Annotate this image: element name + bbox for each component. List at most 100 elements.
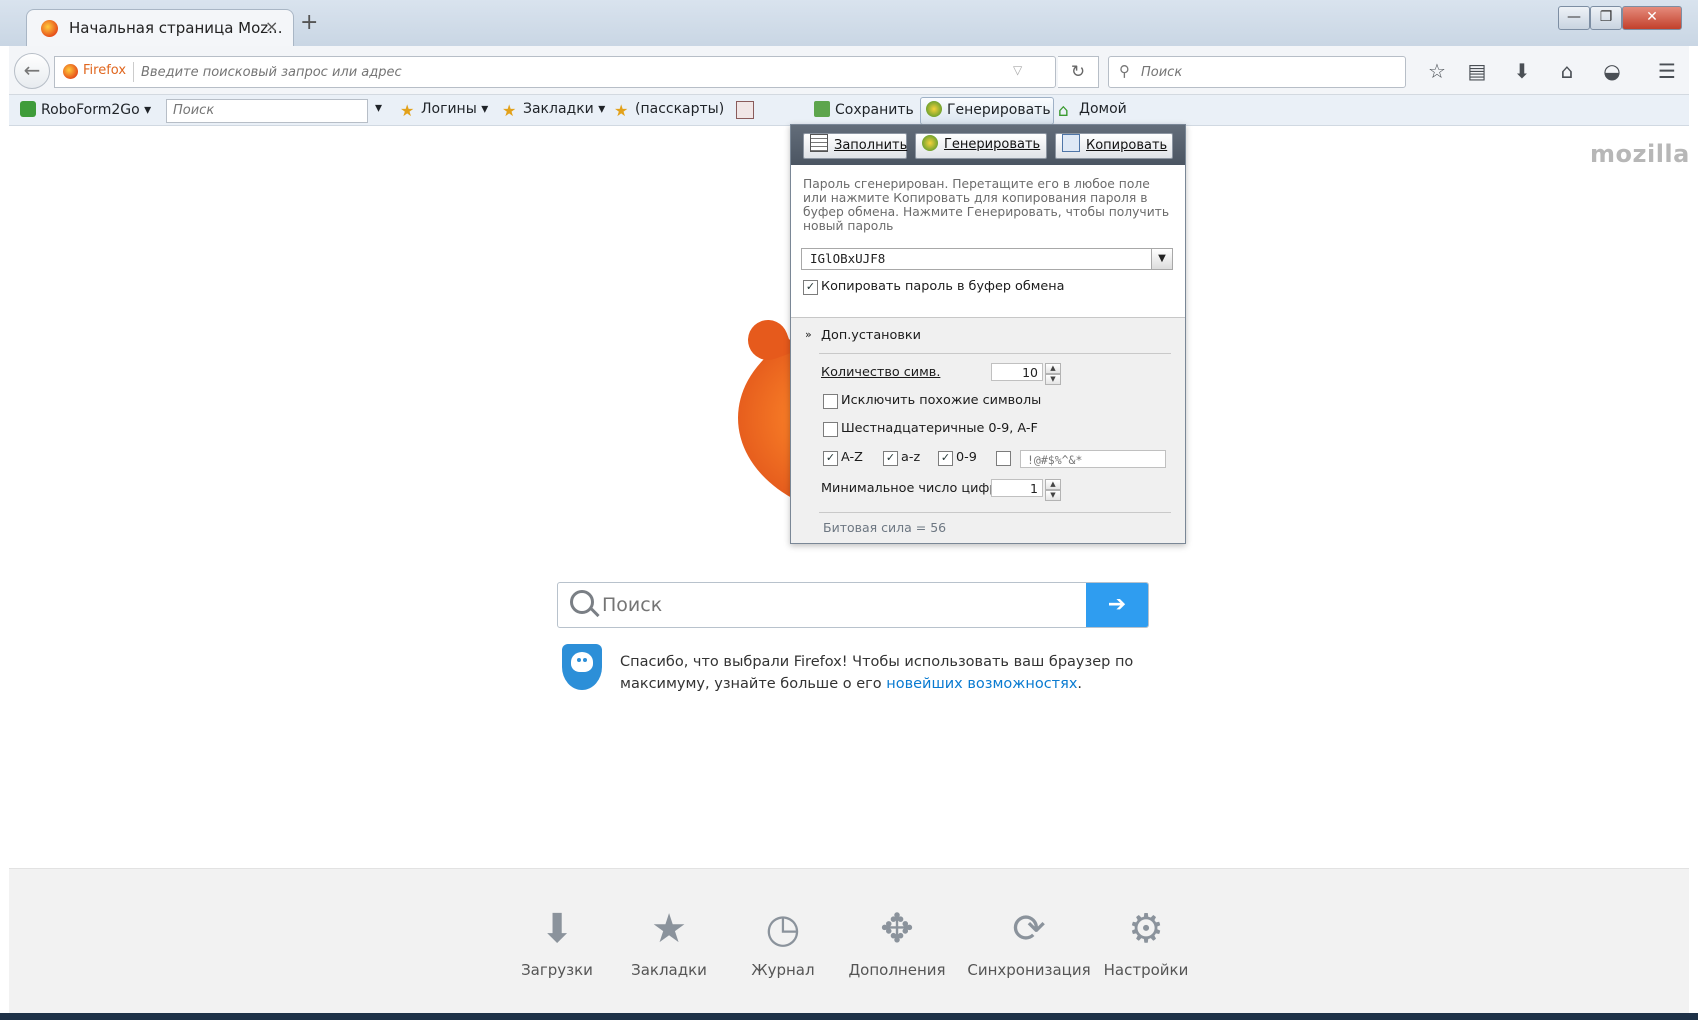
roboform-search-dropdown-icon[interactable]: ▾	[375, 100, 382, 116]
tab-start-page[interactable]: Начальная страница Moz... ×	[26, 9, 294, 47]
exclude-similar-label: Исключить похожие символы	[841, 393, 1042, 408]
firefox-identity-icon	[63, 64, 78, 79]
close-window-button[interactable]: ✕	[1622, 6, 1682, 30]
generate-icon	[926, 101, 942, 117]
back-button[interactable]: ←	[14, 53, 50, 89]
menu-icon[interactable]: ☰	[1650, 56, 1684, 86]
digits-checkbox[interactable]: ✓	[938, 451, 953, 466]
roboform-search-input[interactable]	[167, 100, 359, 120]
min-digits-value[interactable]: 1	[991, 479, 1043, 497]
launcher-bookmarks[interactable]: ★ Закладки	[614, 905, 724, 979]
advanced-settings-toggle[interactable]: Доп.установки	[821, 328, 921, 343]
launcher-addons[interactable]: ✥ Дополнения	[842, 905, 952, 979]
roboform-menu-button[interactable]: RoboForm2Go ▾	[20, 101, 151, 118]
bookmark-star-icon[interactable]: ☆	[1420, 56, 1454, 86]
page-search-box[interactable]: ➔	[557, 582, 1149, 628]
strength-separator	[819, 512, 1171, 513]
launcher-settings[interactable]: ⚙ Настройки	[1091, 905, 1201, 979]
promo-link[interactable]: новейших возможностях	[886, 676, 1077, 692]
launcher-history[interactable]: ◷ Журнал	[728, 905, 838, 979]
page-search-icon	[570, 590, 594, 614]
popup-generate-button[interactable]: Генерировать	[915, 133, 1047, 159]
downloads-icon[interactable]: ⬇	[1505, 56, 1539, 86]
collapse-chevron-icon[interactable]: »	[805, 328, 812, 341]
launcher-downloads[interactable]: ⬇ Загрузки	[502, 905, 612, 979]
os-taskbar	[0, 1013, 1698, 1020]
digits-label: 0-9	[956, 450, 977, 465]
tab-title: Начальная страница Moz...	[69, 19, 283, 37]
url-bar[interactable]: Firefox ▽	[54, 56, 1056, 88]
fill-button[interactable]: Заполнить	[803, 133, 907, 159]
password-generator-popup: Заполнить Генерировать Копировать Пароль…	[790, 124, 1186, 544]
home-house-icon: ⌂	[1058, 101, 1069, 121]
hex-checkbox[interactable]	[823, 422, 838, 437]
roboform-icon	[20, 101, 36, 117]
length-up-icon[interactable]: ▲	[1045, 363, 1061, 374]
lowercase-checkbox[interactable]: ✓	[883, 451, 898, 466]
search-go-button[interactable]: ➔	[1086, 583, 1148, 627]
specials-field[interactable]: !@#$%^&*	[1020, 450, 1166, 468]
window-controls: — ❐ ✕	[1558, 6, 1690, 30]
length-down-icon[interactable]: ▼	[1045, 374, 1061, 385]
exclude-similar-checkbox[interactable]	[823, 394, 838, 409]
save-button[interactable]: Сохранить	[814, 101, 914, 118]
mozilla-wordmark: mozilla	[1590, 140, 1690, 168]
length-value[interactable]: 10	[991, 363, 1043, 381]
calendar-icon[interactable]	[736, 101, 759, 120]
uppercase-label: A-Z	[841, 450, 863, 465]
reload-button[interactable]: ↻	[1058, 56, 1099, 88]
restore-button[interactable]: ❐	[1590, 6, 1622, 30]
tab-close-icon[interactable]: ×	[265, 17, 278, 36]
firefox-favicon-icon	[41, 20, 58, 37]
length-stepper[interactable]: 10 ▲ ▼	[991, 363, 1063, 385]
url-input[interactable]	[139, 60, 943, 84]
copy-icon	[1062, 134, 1080, 152]
search-input[interactable]	[1139, 60, 1393, 84]
identity-label: Firefox	[83, 63, 127, 78]
generated-password-field[interactable]: IGlOBxUJF8 ▼	[801, 248, 1173, 270]
url-history-dropdown-icon[interactable]: ▽	[1013, 63, 1022, 77]
sync-launcher-icon: ⟳	[1012, 906, 1046, 952]
roboform-search-field[interactable]	[166, 99, 368, 123]
generator-hint: Пароль сгенерирован. Перетащите его в лю…	[803, 177, 1170, 233]
generated-password-section: Пароль сгенерирован. Перетащите его в лю…	[791, 165, 1185, 318]
logins-menu-button[interactable]: ★ Логины ▾	[400, 101, 488, 119]
copy-button[interactable]: Копировать	[1055, 133, 1173, 159]
min-digits-stepper[interactable]: 1 ▲ ▼	[991, 479, 1063, 501]
bookmarks-star-icon: ★	[502, 101, 517, 120]
search-bar[interactable]: ⚲	[1108, 56, 1406, 88]
pocket-icon[interactable]: ◒	[1595, 56, 1629, 86]
home-icon[interactable]: ⌂	[1550, 56, 1584, 86]
home-roboform-button[interactable]: ⌂ Домой	[1058, 101, 1127, 121]
url-separator	[133, 62, 134, 82]
settings-launcher-icon: ⚙	[1128, 906, 1164, 952]
bookmarks-menu-button[interactable]: ★ Закладки ▾	[502, 101, 605, 119]
bookmarks-menu-icon[interactable]: ▤	[1460, 56, 1494, 86]
specials-checkbox[interactable]	[996, 451, 1011, 466]
fill-form-icon	[810, 134, 828, 152]
new-tab-button[interactable]: +	[300, 10, 318, 35]
save-icon	[814, 101, 830, 117]
min-digits-label: Минимальное число цифр:	[821, 481, 1002, 496]
uppercase-checkbox[interactable]: ✓	[823, 451, 838, 466]
bookmarks-launcher-icon: ★	[651, 906, 687, 952]
launcher-sync[interactable]: ⟳ Синхронизация	[964, 905, 1094, 979]
logins-star-icon: ★	[400, 101, 415, 120]
min-digits-down-icon[interactable]: ▼	[1045, 490, 1061, 501]
page-search-input[interactable]	[600, 589, 1084, 621]
copy-to-clipboard-checkbox[interactable]: ✓	[803, 280, 818, 295]
password-history-dropdown-icon[interactable]: ▼	[1151, 249, 1172, 269]
search-icon: ⚲	[1119, 62, 1130, 80]
copy-to-clipboard-label: Копировать пароль в буфер обмена	[821, 279, 1065, 294]
downloads-launcher-icon: ⬇	[540, 906, 574, 952]
minimize-button[interactable]: —	[1558, 6, 1590, 30]
promo-message: Спасибо, что выбрали Firefox! Чтобы испо…	[620, 654, 1134, 692]
bit-strength: Битовая сила = 56	[823, 520, 947, 535]
min-digits-up-icon[interactable]: ▲	[1045, 479, 1061, 490]
promo-mascot-icon	[562, 644, 602, 690]
back-arrow-icon: ←	[23, 58, 41, 82]
generate-button[interactable]: Генерировать	[926, 101, 1051, 118]
passcards-button[interactable]: ★ (пасскарты)	[614, 101, 724, 119]
length-label: Количество симв.	[821, 365, 941, 380]
passcards-star-icon: ★	[614, 101, 629, 120]
